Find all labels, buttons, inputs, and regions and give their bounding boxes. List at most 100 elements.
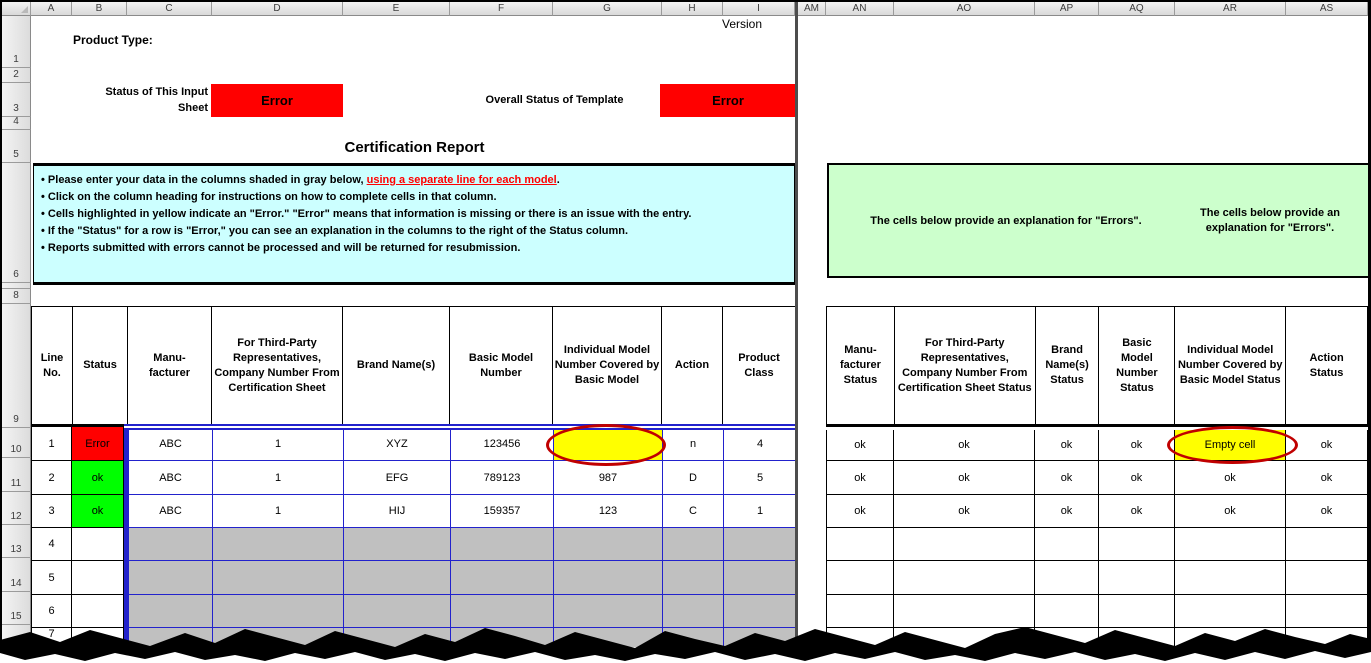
cell-action[interactable]: n	[663, 427, 724, 461]
cell-action-status[interactable]	[1286, 561, 1368, 595]
select-all-corner[interactable]	[2, 2, 31, 16]
cell-line-no[interactable]: 4	[31, 528, 72, 561]
cell-brand[interactable]: EFG	[344, 461, 451, 495]
cell-action[interactable]	[663, 528, 724, 561]
cell-manufacturer-status[interactable]: ok	[826, 461, 894, 495]
column-header-I[interactable]: I	[723, 2, 795, 16]
header-third-party-status[interactable]: For Third-Party Representatives, Company…	[895, 307, 1036, 425]
column-header-F[interactable]: F	[450, 2, 553, 16]
cell-status[interactable]: Error	[72, 427, 124, 461]
cell-manufacturer-status[interactable]: ok	[826, 430, 894, 461]
row-header-5[interactable]: 5	[2, 130, 31, 163]
cell-action-status[interactable]: ok	[1286, 430, 1368, 461]
column-header-AS[interactable]: AS	[1286, 2, 1368, 16]
header-individual-model[interactable]: Individual Model Number Covered by Basic…	[553, 307, 662, 425]
cell-action-status[interactable]: ok	[1286, 461, 1368, 495]
cell-status[interactable]: ok	[72, 461, 124, 495]
cell-status[interactable]: ok	[72, 495, 124, 528]
column-header-AO[interactable]: AO	[894, 2, 1035, 16]
cell-individual-model-status[interactable]	[1175, 561, 1286, 595]
header-action[interactable]: Action	[662, 307, 723, 425]
cell-individual-model[interactable]	[554, 528, 663, 561]
row-header-11[interactable]: 11	[2, 458, 31, 492]
cell-individual-model-status[interactable]	[1175, 528, 1286, 561]
cell-product-class[interactable]	[724, 528, 797, 561]
cell-basic-model[interactable]: 123456	[451, 427, 554, 461]
cell-manufacturer[interactable]: ABC	[129, 495, 213, 528]
cell-company-number[interactable]: 1	[213, 427, 344, 461]
cell-line-no[interactable]: 5	[31, 561, 72, 595]
row-header-13[interactable]: 13	[2, 525, 31, 558]
cell-company-number[interactable]	[213, 561, 344, 595]
row-header-8[interactable]: 8	[2, 289, 31, 304]
cell-brand-status[interactable]	[1035, 561, 1099, 595]
cell-status[interactable]	[72, 561, 124, 595]
column-header-E[interactable]: E	[343, 2, 450, 16]
cell-basic-model-status[interactable]	[1099, 561, 1175, 595]
cell-manufacturer[interactable]	[129, 528, 213, 561]
cell-action-status[interactable]	[1286, 528, 1368, 561]
cell-action[interactable]: D	[663, 461, 724, 495]
row-header-3[interactable]: 3	[2, 83, 31, 117]
cell-third-party-status[interactable]: ok	[894, 430, 1035, 461]
cell-individual-model-status[interactable]: ok	[1175, 461, 1286, 495]
cell-status[interactable]	[72, 528, 124, 561]
header-individual-model-status[interactable]: Individual Model Number Covered by Basic…	[1175, 307, 1286, 425]
cell-manufacturer[interactable]: ABC	[129, 461, 213, 495]
cell-basic-model-status[interactable]: ok	[1099, 430, 1175, 461]
cell-brand[interactable]	[344, 561, 451, 595]
cell-manufacturer[interactable]	[129, 561, 213, 595]
row-header-9[interactable]: 9	[2, 304, 31, 428]
header-product-class[interactable]: Product Class	[723, 307, 796, 425]
header-basic-model[interactable]: Basic Model Number	[450, 307, 553, 425]
cell-individual-model[interactable]: 987	[554, 461, 663, 495]
cell-action[interactable]	[663, 561, 724, 595]
cell-individual-model[interactable]: 123	[554, 495, 663, 528]
cell-third-party-status[interactable]	[894, 528, 1035, 561]
frozen-pane-divider[interactable]	[795, 0, 798, 663]
cell-individual-model-status[interactable]: ok	[1175, 495, 1286, 528]
column-header-B[interactable]: B	[72, 2, 127, 16]
header-brand-status[interactable]: Brand Name(s) Status	[1036, 307, 1100, 425]
cell-third-party-status[interactable]: ok	[894, 461, 1035, 495]
column-header-AP[interactable]: AP	[1035, 2, 1099, 16]
cell-brand-status[interactable]: ok	[1035, 495, 1099, 528]
cell-line-no[interactable]: 1	[31, 427, 72, 461]
cell-company-number[interactable]: 1	[213, 495, 344, 528]
cell-line-no[interactable]: 2	[31, 461, 72, 495]
header-brand[interactable]: Brand Name(s)	[343, 307, 450, 425]
cell-action-status[interactable]: ok	[1286, 495, 1368, 528]
cell-manufacturer-status[interactable]	[826, 528, 894, 561]
cell-product-class[interactable]: 5	[724, 461, 797, 495]
cell-manufacturer-status[interactable]: ok	[826, 495, 894, 528]
cell-brand-status[interactable]: ok	[1035, 430, 1099, 461]
header-line-no[interactable]: Line No.	[32, 307, 73, 425]
row-header-6[interactable]: 6	[2, 163, 31, 283]
cell-brand[interactable]: XYZ	[344, 427, 451, 461]
column-header-AQ[interactable]: AQ	[1099, 2, 1175, 16]
cell-brand[interactable]	[344, 528, 451, 561]
column-header-A[interactable]: A	[31, 2, 72, 16]
row-header-4[interactable]: 4	[2, 117, 31, 130]
separate-line-link[interactable]: using a separate line for each model	[367, 174, 557, 186]
row-header-14[interactable]: 14	[2, 558, 31, 592]
cell-brand[interactable]: HIJ	[344, 495, 451, 528]
cell-company-number[interactable]: 1	[213, 461, 344, 495]
header-basic-model-status[interactable]: Basic Model Number Status	[1099, 307, 1175, 425]
column-header-G[interactable]: G	[553, 2, 662, 16]
cell-basic-model-status[interactable]: ok	[1099, 495, 1175, 528]
cell-brand-status[interactable]	[1035, 528, 1099, 561]
cell-basic-model[interactable]	[451, 561, 554, 595]
cell-company-number[interactable]	[213, 528, 344, 561]
header-third-party[interactable]: For Third-Party Representatives, Company…	[212, 307, 343, 425]
cell-third-party-status[interactable]: ok	[894, 495, 1035, 528]
row-header-1[interactable]: 1	[2, 16, 31, 68]
cell-line-no[interactable]: 3	[31, 495, 72, 528]
cell-brand-status[interactable]: ok	[1035, 461, 1099, 495]
cell-manufacturer[interactable]: ABC	[129, 427, 213, 461]
cell-basic-model[interactable]	[451, 528, 554, 561]
cell-product-class[interactable]	[724, 561, 797, 595]
row-header-10[interactable]: 10	[2, 428, 31, 458]
column-header-H[interactable]: H	[662, 2, 723, 16]
cell-product-class[interactable]: 4	[724, 427, 797, 461]
